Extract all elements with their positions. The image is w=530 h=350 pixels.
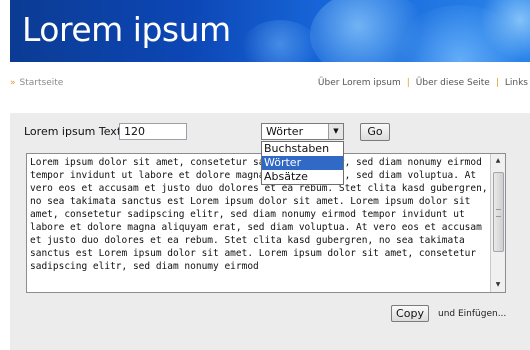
breadcrumb: » Startseite bbox=[10, 78, 63, 88]
unit-select[interactable]: Wörter ▼ bbox=[261, 123, 344, 140]
unit-option-letters[interactable]: Buchstaben bbox=[262, 142, 343, 156]
header-banner: Lorem ipsum bbox=[10, 0, 530, 62]
nav-separator: | bbox=[495, 78, 499, 88]
nav-link-about-page[interactable]: Über diese Seite bbox=[416, 78, 490, 88]
site-title: Lorem ipsum bbox=[22, 10, 231, 49]
top-navigation: » Startseite Über Lorem ipsum | Über diese … bbox=[10, 74, 530, 92]
double-chevron-icon: » bbox=[10, 78, 16, 88]
nav-link-links[interactable]: Links bbox=[505, 78, 528, 88]
unit-select-value: Wörter bbox=[266, 125, 304, 138]
copy-button[interactable]: Copy bbox=[391, 305, 429, 322]
scroll-up-icon[interactable]: ▲ bbox=[491, 154, 505, 168]
nav-links: Über Lorem ipsum | Über diese Seite | Links bbox=[318, 78, 528, 88]
generator-panel: Lorem ipsum Text generieren 120 Wörter ▼… bbox=[10, 113, 530, 350]
insert-label: und Einfügen... bbox=[438, 309, 507, 319]
go-button[interactable]: Go bbox=[360, 123, 390, 141]
nav-link-about-lorem[interactable]: Über Lorem ipsum bbox=[318, 78, 401, 88]
chevron-down-icon[interactable]: ▼ bbox=[328, 124, 343, 139]
unit-option-paragraphs[interactable]: Absätze bbox=[262, 170, 343, 184]
scroll-down-icon[interactable]: ▼ bbox=[491, 278, 505, 292]
breadcrumb-home-link[interactable]: Startseite bbox=[20, 78, 64, 88]
generated-text: Lorem ipsum dolor sit amet, consetetur s… bbox=[30, 157, 488, 272]
vertical-scrollbar[interactable]: ▲ ▼ bbox=[490, 154, 505, 292]
nav-separator: | bbox=[406, 78, 410, 88]
unit-dropdown-list: Buchstaben Wörter Absätze bbox=[261, 141, 344, 185]
unit-option-words[interactable]: Wörter bbox=[262, 156, 343, 170]
grip-icon bbox=[496, 209, 501, 217]
jellyfish-decoration bbox=[240, 20, 320, 62]
scrollbar-thumb[interactable] bbox=[493, 172, 504, 252]
count-input[interactable]: 120 bbox=[119, 123, 187, 140]
